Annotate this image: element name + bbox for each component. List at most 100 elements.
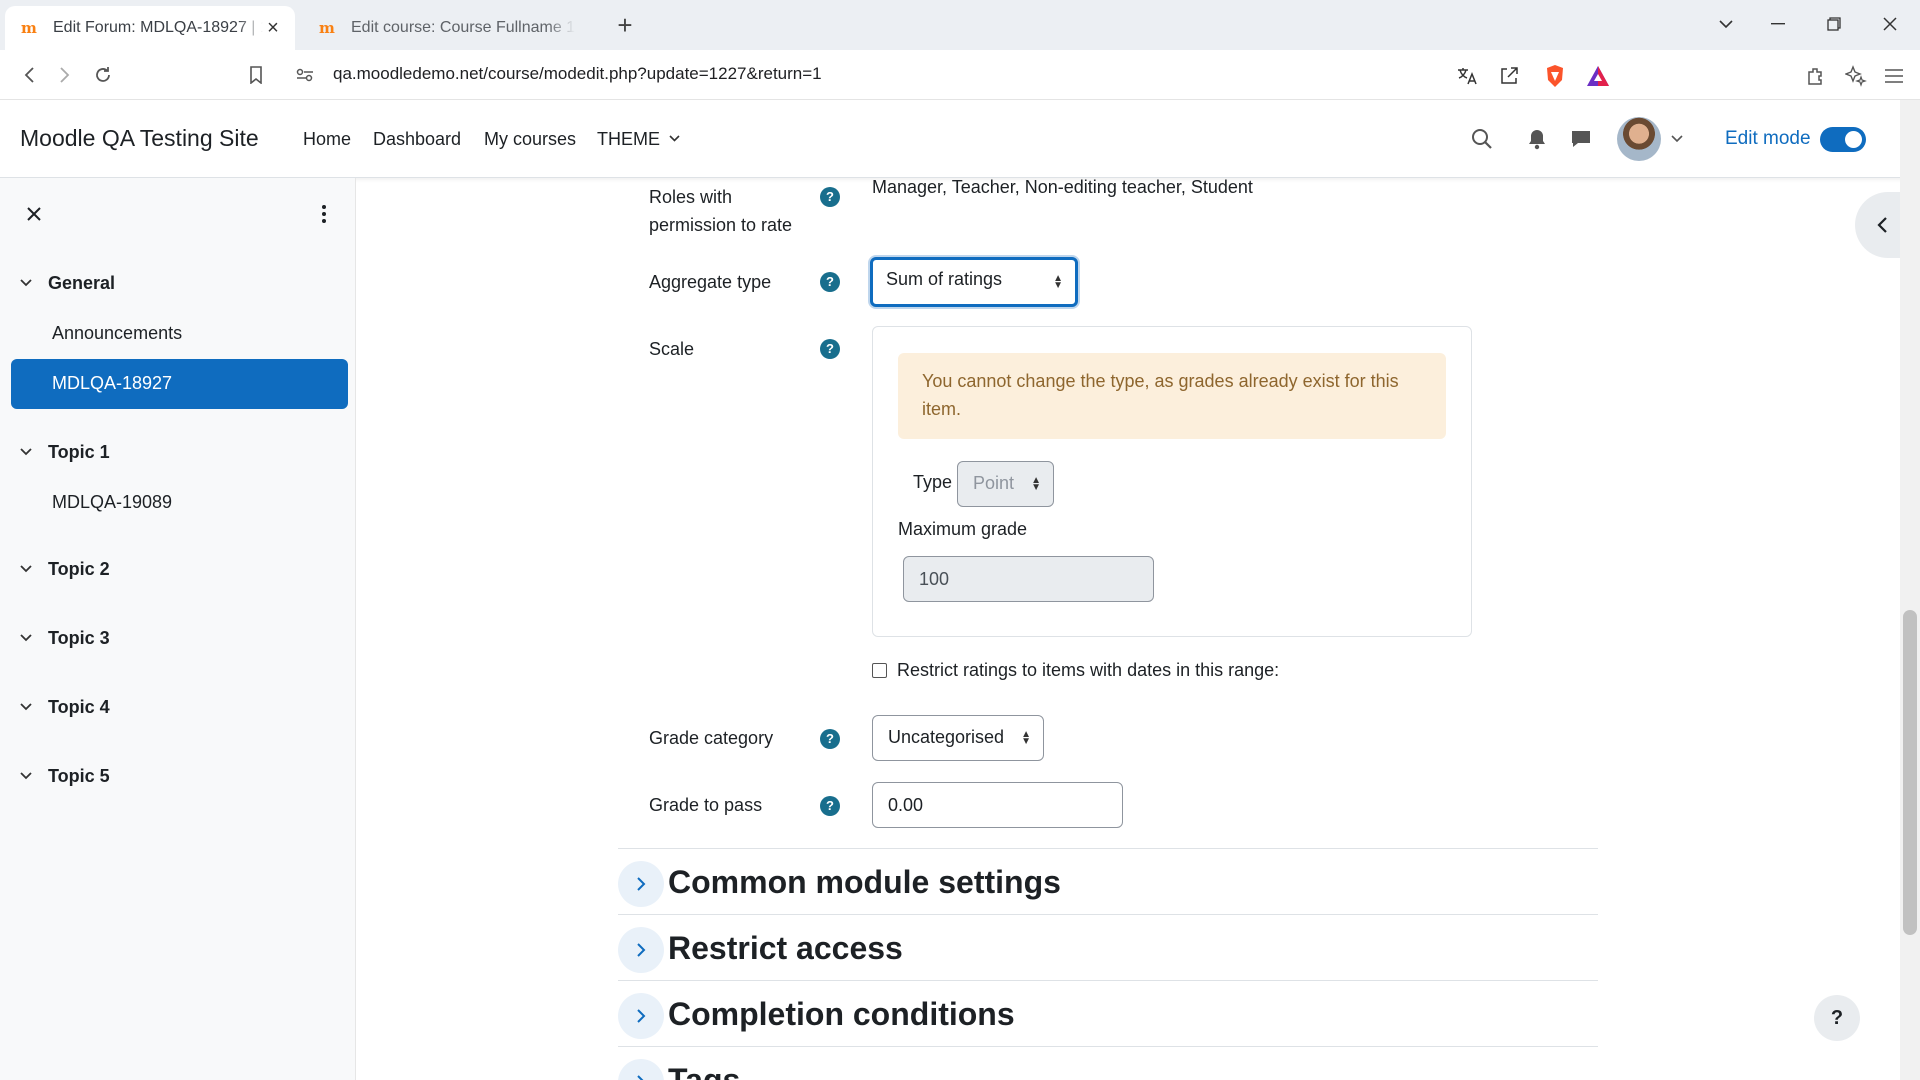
roles-label: Roles with permission to rate [649, 187, 793, 235]
user-menu-chevron-icon[interactable] [1662, 124, 1692, 154]
expand-section-icon[interactable] [618, 1059, 664, 1080]
drawer-options-icon[interactable] [310, 200, 338, 228]
menu-icon[interactable] [1880, 62, 1908, 90]
help-icon[interactable]: ? [820, 187, 840, 207]
nav-link-dashboard[interactable]: Dashboard [373, 129, 461, 150]
section-divider [618, 914, 1598, 915]
close-drawer-icon[interactable] [20, 200, 48, 228]
url-field[interactable]: qa.moodledemo.net/course/modedit.php?upd… [333, 64, 822, 84]
brave-rewards-icon[interactable] [1584, 62, 1612, 90]
select-arrows-icon: ▲ ▼ [1021, 729, 1031, 747]
share-icon[interactable] [1495, 62, 1523, 90]
nav-link-my-courses[interactable]: My courses [484, 129, 576, 150]
tab-list-chevron-icon[interactable] [1706, 8, 1746, 40]
restore-icon[interactable] [1814, 8, 1854, 40]
drawer-section-topic-2[interactable]: Topic 2 [20, 554, 110, 584]
help-icon[interactable]: ? [820, 272, 840, 292]
close-window-icon[interactable] [1870, 8, 1910, 40]
new-tab-icon[interactable]: + [610, 10, 640, 40]
chevron-down-icon [20, 562, 48, 576]
section-divider [618, 980, 1598, 981]
moodle-favicon-icon: m [21, 19, 37, 37]
drawer-item-mdlqa-19089[interactable]: MDLQA-19089 [52, 492, 172, 513]
scale-label: Scale [649, 339, 695, 359]
browser-tab-active[interactable]: m Edit Forum: MDLQA-18927 | 101 × [5, 6, 295, 50]
user-avatar[interactable] [1617, 117, 1661, 161]
scale-type-value: Point [973, 473, 1015, 493]
drawer-section-label: Topic 1 [48, 441, 110, 462]
brave-shield-icon[interactable] [1541, 62, 1569, 90]
browser-address-bar: qa.moodledemo.net/course/modedit.php?upd… [0, 50, 1920, 100]
site-settings-icon[interactable] [290, 60, 320, 90]
drawer-section-topic-4[interactable]: Topic 4 [20, 692, 110, 722]
search-icon[interactable] [1467, 124, 1497, 154]
drawer-section-label: Topic 3 [48, 627, 110, 648]
scrollbar-thumb[interactable] [1903, 610, 1917, 935]
chevron-down-icon [669, 135, 680, 142]
aggregate-type-value: Sum of ratings [886, 269, 1003, 289]
drawer-section-topic-5[interactable]: Topic 5 [20, 761, 110, 791]
messages-icon[interactable] [1566, 124, 1596, 154]
moodle-favicon-icon: m [319, 19, 335, 37]
drawer-section-general[interactable]: General [20, 268, 115, 298]
drawer-section-label: Topic 5 [48, 765, 110, 786]
drawer-item-announcements[interactable]: Announcements [52, 323, 182, 344]
aggregate-type-select[interactable]: Sum of ratings ▲ ▼ [870, 257, 1078, 307]
grade-to-pass-label: Grade to pass [649, 795, 763, 815]
scale-type-label: Type [913, 472, 953, 492]
roles-value: Manager, Teacher, Non-editing teacher, S… [872, 177, 1253, 197]
leo-ai-icon[interactable] [1842, 62, 1870, 90]
scale-warning-alert: You cannot change the type, as grades al… [898, 353, 1446, 439]
moodle-navbar: Moodle QA Testing Site Home Dashboard My… [0, 100, 1920, 178]
select-arrows-icon: ▲ ▼ [1053, 273, 1063, 291]
site-name[interactable]: Moodle QA Testing Site [20, 125, 259, 152]
course-index-drawer: General Announcements MDLQA-18927 Topic … [0, 178, 356, 1080]
section-completion-conditions[interactable]: Completion conditions [668, 996, 1015, 1033]
section-restrict-access[interactable]: Restrict access [668, 930, 903, 967]
grade-to-pass-input[interactable]: 0.00 [872, 782, 1123, 828]
aggregate-type-label: Aggregate type [649, 272, 772, 292]
notifications-bell-icon[interactable] [1522, 124, 1552, 154]
drawer-item-mdlqa-18927[interactable]: MDLQA-18927 [11, 359, 348, 409]
select-arrows-icon: ▲ ▼ [1031, 475, 1041, 493]
bookmark-icon[interactable] [241, 60, 271, 90]
section-common-module-settings[interactable]: Common module settings [668, 864, 1061, 901]
chevron-down-icon [20, 276, 48, 290]
section-divider [618, 848, 1598, 849]
help-icon[interactable]: ? [820, 796, 840, 816]
forward-icon[interactable] [50, 60, 80, 90]
edit-mode-toggle[interactable] [1820, 127, 1866, 152]
tab-title: Edit Forum: MDLQA-18927 | 101 [53, 19, 263, 36]
browser-tab-inactive[interactable]: m Edit course: Course Fullname 101 | M [305, 6, 587, 50]
chevron-down-icon [20, 769, 48, 783]
restrict-ratings-checkbox[interactable] [872, 663, 887, 678]
scale-type-select: Point ▲ ▼ [957, 461, 1054, 507]
drawer-section-label: Topic 4 [48, 696, 110, 717]
tab-title: Edit course: Course Fullname 101 | M [351, 19, 575, 36]
drawer-section-topic-1[interactable]: Topic 1 [20, 437, 110, 467]
nav-link-theme-label: THEME [597, 129, 660, 149]
expand-section-icon[interactable] [618, 861, 664, 907]
nav-link-home[interactable]: Home [303, 129, 351, 150]
grade-category-select[interactable]: Uncategorised ▲ ▼ [872, 715, 1044, 761]
chevron-down-icon [20, 445, 48, 459]
expand-section-icon[interactable] [618, 993, 664, 1039]
drawer-section-topic-3[interactable]: Topic 3 [20, 623, 110, 653]
minimize-icon[interactable] [1758, 8, 1798, 40]
extensions-icon[interactable] [1802, 62, 1830, 90]
translate-icon[interactable] [1453, 62, 1481, 90]
help-fab-button[interactable]: ? [1814, 995, 1860, 1041]
drawer-section-label: General [48, 272, 116, 293]
nav-link-theme[interactable]: THEME [597, 129, 680, 150]
close-tab-icon[interactable]: × [263, 17, 283, 40]
chevron-down-icon [20, 700, 48, 714]
reload-icon[interactable] [88, 60, 118, 90]
expand-section-icon[interactable] [618, 927, 664, 973]
grade-category-label: Grade category [649, 728, 774, 748]
section-divider [618, 1046, 1598, 1047]
edit-mode-label: Edit mode [1725, 128, 1811, 149]
back-icon[interactable] [14, 60, 44, 90]
help-icon[interactable]: ? [820, 729, 840, 749]
section-tags[interactable]: Tags [668, 1062, 740, 1080]
help-icon[interactable]: ? [820, 339, 840, 359]
